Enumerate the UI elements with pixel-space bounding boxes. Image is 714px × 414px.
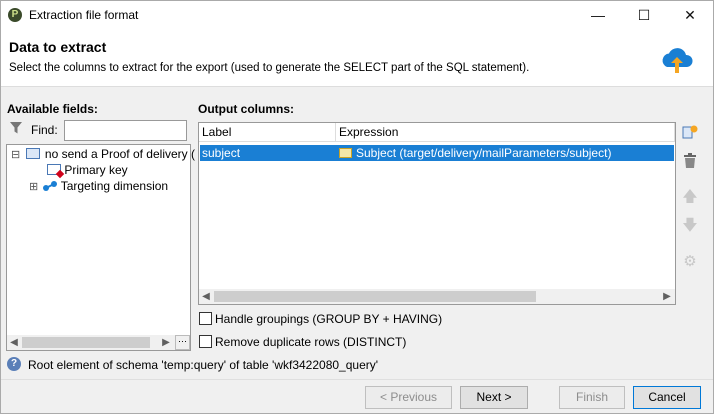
column-header-label[interactable]: Label bbox=[199, 123, 336, 142]
scroll-right-icon[interactable]: ▶ bbox=[660, 289, 674, 304]
tree-item-label: Primary key bbox=[64, 163, 128, 177]
close-button[interactable]: ✕ bbox=[667, 1, 713, 29]
tree-item-root[interactable]: ⊟ no send a Proof of delivery ( bbox=[11, 147, 195, 161]
scroll-right-icon[interactable]: ▶ bbox=[159, 335, 173, 350]
scroll-left-icon[interactable]: ◀ bbox=[7, 335, 21, 350]
find-input[interactable] bbox=[64, 120, 187, 141]
status-text: Root element of schema 'temp:query' of t… bbox=[28, 358, 379, 372]
tree-horizontal-scrollbar[interactable]: ◀ ▶ bbox=[7, 335, 175, 350]
window-title: Extraction file format bbox=[29, 8, 139, 22]
previous-button[interactable]: < Previous bbox=[365, 386, 452, 409]
tree-item-primary-key[interactable]: Primary key bbox=[47, 163, 128, 179]
move-down-icon[interactable]: 🡇 bbox=[681, 217, 699, 235]
help-icon: ? bbox=[7, 357, 21, 371]
find-label: Find: bbox=[31, 123, 58, 137]
more-button[interactable]: ⋯ bbox=[175, 335, 190, 350]
key-field-icon bbox=[47, 164, 65, 179]
add-column-icon[interactable] bbox=[681, 124, 699, 142]
page-subtitle: Select the columns to extract for the ex… bbox=[9, 62, 530, 74]
finish-button[interactable]: Finish bbox=[559, 386, 625, 409]
page-title: Data to extract bbox=[9, 39, 107, 55]
next-button[interactable]: Next > bbox=[460, 386, 528, 409]
groupings-label: Handle groupings (GROUP BY + HAVING) bbox=[215, 312, 443, 326]
tree-item-label: Targeting dimension bbox=[60, 179, 169, 193]
divider bbox=[1, 379, 713, 380]
delete-icon[interactable] bbox=[681, 153, 699, 171]
scroll-thumb[interactable] bbox=[22, 337, 150, 348]
output-columns-label: Output columns: bbox=[198, 102, 294, 116]
link-icon bbox=[42, 181, 57, 191]
column-header-expression[interactable]: Expression bbox=[336, 123, 675, 142]
groupings-checkbox[interactable] bbox=[199, 312, 212, 325]
maximize-button[interactable]: ☐ bbox=[621, 1, 667, 29]
filter-icon bbox=[9, 121, 23, 135]
dialog-header: Data to extract Select the columns to ex… bbox=[1, 29, 713, 87]
row-expression: Subject (target/delivery/mailParameters/… bbox=[356, 146, 612, 160]
fields-tree[interactable]: ⊟ no send a Proof of delivery ( Primary … bbox=[6, 144, 195, 351]
field-icon bbox=[339, 148, 352, 158]
tree-item-label: no send a Proof of delivery ( bbox=[44, 147, 195, 161]
scroll-thumb[interactable] bbox=[214, 291, 536, 302]
schema-icon bbox=[25, 148, 40, 159]
distinct-label: Remove duplicate rows (DISTINCT) bbox=[215, 335, 407, 349]
available-fields-label: Available fields: bbox=[7, 102, 98, 116]
app-icon: P bbox=[8, 8, 22, 22]
row-label: subject bbox=[202, 146, 241, 160]
title-bar: P Extraction file format — ☐ ✕ bbox=[1, 1, 713, 29]
tree-item-targeting-dimension[interactable]: ⊞ Targeting dimension bbox=[29, 179, 168, 193]
scroll-left-icon[interactable]: ◀ bbox=[199, 289, 213, 304]
cancel-button[interactable]: Cancel bbox=[633, 386, 701, 409]
output-horizontal-scrollbar[interactable]: ◀ ▶ bbox=[199, 289, 675, 304]
collapse-icon[interactable]: ⊟ bbox=[11, 149, 20, 161]
table-row[interactable]: subject Subject (target/delivery/mailPar… bbox=[200, 145, 674, 161]
settings-icon[interactable]: ⚙ bbox=[681, 253, 699, 271]
cloud-upload-icon bbox=[662, 48, 693, 73]
expand-icon[interactable]: ⊞ bbox=[29, 181, 38, 193]
minimize-button[interactable]: — bbox=[575, 1, 621, 29]
move-up-icon[interactable]: 🡅 bbox=[681, 188, 699, 206]
dialog-window: P Extraction file format — ☐ ✕ Data to e… bbox=[0, 0, 714, 414]
distinct-checkbox[interactable] bbox=[199, 335, 212, 348]
output-columns-list[interactable]: Label Expression subject Subject (target… bbox=[198, 122, 676, 305]
